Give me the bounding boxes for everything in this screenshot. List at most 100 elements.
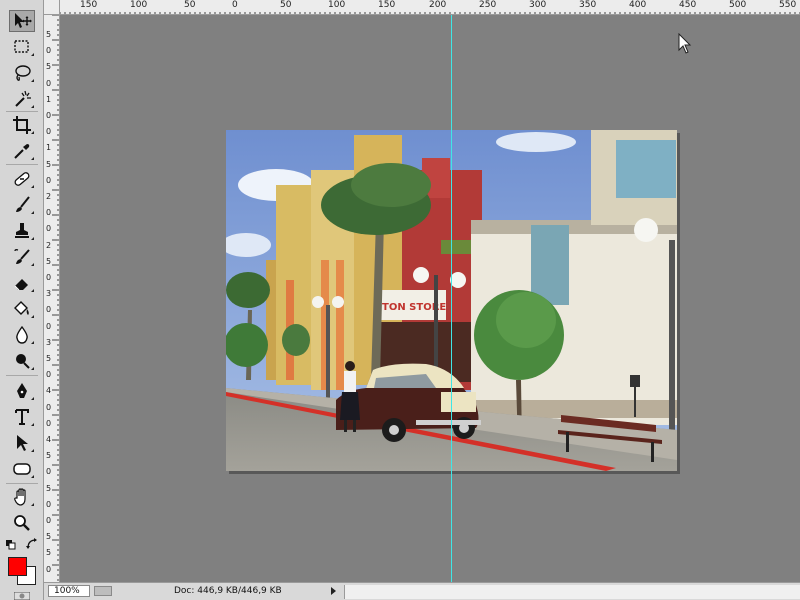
lasso-tool[interactable] [9,62,35,84]
ruler-label: 5 [46,483,52,493]
ruler-label: 200 [429,0,447,10]
ruler-label: 0 [46,224,52,234]
eraser-icon [14,279,28,291]
status-menu-arrow-icon[interactable] [328,586,338,596]
ruler-label: 0 [46,516,52,525]
ruler-label: 3 [46,289,52,299]
eyedropper-icon [14,144,30,159]
crop-icon [13,116,31,134]
vertical-guide[interactable] [451,15,452,582]
document-size-info: Doc: 446,9 KB/446,9 KB [174,586,282,596]
magic-wand-tool[interactable] [9,88,35,110]
ruler-label: 0 [232,0,238,10]
ruler-label: 4 [46,386,52,396]
ruler-label: 0 [46,499,52,509]
marquee-icon [14,40,29,53]
drop-icon [16,325,28,344]
paint-bucket-icon [14,301,29,315]
eyedropper-tool[interactable] [9,140,35,162]
ruler-label: 0 [46,402,52,412]
vertical-ruler[interactable]: 5 0 5 0 1 0 0 1 5 0 2 0 0 2 5 0 3 0 0 3 5 0 4 0 0 4 5 0 5 0 0 5 5 0 [44,15,60,582]
ruler-label: 0 [46,78,52,88]
pen-icon [17,383,27,398]
ruler-label: 0 [46,564,52,574]
horizontal-ruler[interactable]: 150 100 50 0 50 100 150 200 250 300 350 … [60,0,800,15]
mouse-cursor-icon [678,33,692,54]
path-selection-tool[interactable] [9,432,35,454]
ruler-label: 0 [46,208,52,218]
rectangular-marquee-tool[interactable] [9,36,35,58]
ruler-label: 5 [46,30,52,39]
ruler-label: 250 [479,0,497,10]
ruler-label: 0 [46,175,52,185]
ruler-label: 50 [280,0,292,10]
ruler-label: 5 [46,532,52,542]
hand-tool[interactable] [9,486,35,508]
zoom-tool[interactable] [9,512,35,534]
ruler-label: 500 [729,0,747,10]
ruler-label: 0 [46,273,52,282]
history-brush-icon [14,249,30,264]
ruler-label: 4 [46,435,52,444]
tools-panel [0,0,44,600]
history-brush-tool[interactable] [9,246,35,268]
ruler-label: 1 [46,94,52,104]
swap-colors-icon[interactable] [26,538,38,550]
healing-brush-tool[interactable] [9,168,35,190]
eraser-tool[interactable] [9,272,35,294]
ruler-label: 0 [46,305,52,315]
ruler-label: 150 [378,0,396,10]
ruler-label: 50 [184,0,196,10]
rounded-rect-icon [13,463,31,475]
type-tool[interactable] [9,406,35,428]
ruler-label: 0 [46,321,52,331]
crop-tool[interactable] [9,114,35,136]
blur-tool[interactable] [9,324,35,346]
shape-tool[interactable] [9,458,35,480]
zoom-icon [14,515,30,531]
dodge-icon [16,354,30,369]
bandage-icon [14,172,30,186]
ruler-label: 100 [328,0,346,10]
status-bar: 100% Doc: 446,9 KB/446,9 KB [44,582,800,600]
type-icon [15,409,29,425]
hand-icon [14,488,26,506]
ruler-label: 5 [46,451,52,461]
dodge-tool[interactable] [9,350,35,372]
ruler-label: 400 [629,0,647,10]
ruler-label: 350 [579,0,597,10]
ruler-label: 150 [80,0,98,10]
lasso-icon [15,65,31,81]
ruler-label: 1 [46,143,52,153]
ruler-label: 300 [529,0,547,10]
ruler-label: 0 [46,127,52,137]
move-tool[interactable] [9,10,35,32]
ruler-label: 2 [46,240,52,250]
ruler-origin[interactable] [44,0,60,15]
ruler-label: 5 [46,548,52,558]
pen-tool[interactable] [9,380,35,402]
default-colors-icon[interactable] [6,540,16,550]
brush-icon [16,196,30,212]
clone-stamp-tool[interactable] [9,220,35,242]
ruler-label: 2 [46,192,52,201]
ruler-label: 0 [46,467,52,477]
stamp-icon [15,223,29,238]
ruler-label: 100 [130,0,148,10]
foreground-color-swatch[interactable] [8,557,27,576]
paint-bucket-tool[interactable] [9,298,35,320]
quick-mask-icon[interactable] [14,592,30,600]
ruler-label: 450 [679,0,697,10]
ruler-label: 550 [779,0,797,10]
brush-tool[interactable] [9,194,35,216]
ruler-label: 0 [46,418,52,428]
ruler-label: 5 [46,159,52,169]
ruler-label: 0 [46,46,52,56]
zoom-options-button[interactable] [94,586,112,596]
horizontal-scrollbar[interactable] [344,585,800,599]
ruler-label: 5 [46,62,52,72]
ruler-label: 5 [46,256,52,266]
ruler-label: 3 [46,337,52,347]
arrow-select-icon [17,435,28,451]
zoom-level-field[interactable]: 100% [48,585,90,597]
